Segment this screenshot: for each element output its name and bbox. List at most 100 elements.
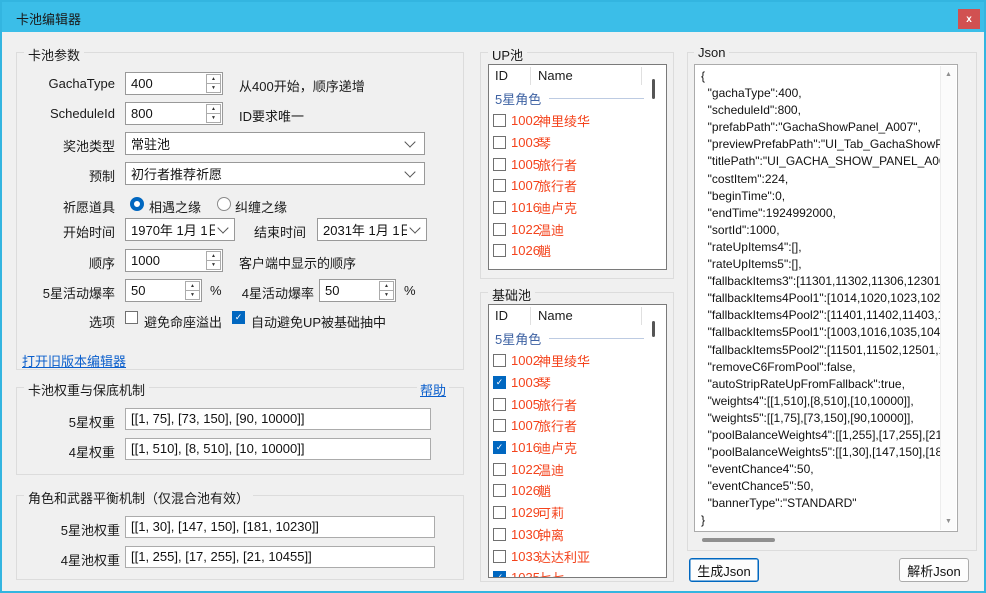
list-item[interactable]: 1022 温迪 — [489, 458, 666, 480]
row-checkbox[interactable] — [493, 398, 506, 411]
list-item[interactable]: 1029 可莉 — [489, 502, 666, 524]
scroll-down-icon[interactable]: ▼ — [941, 518, 956, 525]
list-item[interactable]: 1022 温迪 — [489, 218, 666, 240]
list-item[interactable]: 1007 旅行者 — [489, 175, 666, 197]
rate5-input[interactable]: 50 ▲▼ — [125, 279, 202, 302]
titlebar[interactable]: 卡池编辑器 x — [2, 2, 984, 32]
weights4-input[interactable]: [[1, 510], [8, 510], [10, 10000]] — [125, 438, 431, 460]
item-name: 旅行者 — [538, 395, 577, 414]
item-name: 魈 — [538, 241, 551, 260]
column-name[interactable]: Name — [538, 308, 573, 323]
row-checkbox[interactable] — [493, 463, 506, 476]
json-text[interactable]: { "gachaType":400, "scheduleId":800, "pr… — [696, 66, 941, 530]
row-checkbox[interactable] — [493, 223, 506, 236]
list-item[interactable]: 1026 魈 — [489, 240, 666, 262]
spinner[interactable]: ▲▼ — [206, 251, 221, 270]
parse-json-button[interactable]: 解析Json — [899, 558, 969, 582]
list-item[interactable]: 1005 旅行者 — [489, 393, 666, 415]
scroll-up-icon[interactable]: ▲ — [941, 71, 956, 78]
item-name: 神里绫华 — [538, 351, 590, 370]
column-name[interactable]: Name — [538, 68, 573, 83]
balance-group-title: 角色和武器平衡机制（仅混合池有效） — [24, 488, 253, 507]
list-item[interactable]: 1030 钟离 — [489, 524, 666, 546]
row-checkbox[interactable] — [493, 506, 506, 519]
row-checkbox[interactable] — [493, 158, 506, 171]
row-checkbox[interactable] — [493, 201, 506, 214]
radio-acquaint-fate[interactable] — [130, 197, 144, 211]
help-link[interactable]: 帮助 — [417, 380, 449, 399]
close-button[interactable]: x — [958, 9, 980, 29]
sort-input[interactable]: 1000 ▲▼ — [125, 249, 223, 272]
pool-weights5-input[interactable]: [[1, 30], [147, 150], [181, 10230]] — [125, 516, 435, 538]
row-checkbox[interactable] — [493, 244, 506, 257]
base-pool-listview[interactable]: ID Name 5星角色 1002 神里绫华 1003 琴 — [488, 304, 667, 578]
preset-select[interactable]: 初行者推荐祈愿 — [125, 162, 425, 185]
json-textarea[interactable]: { "gachaType":400, "scheduleId":800, "pr… — [694, 64, 958, 532]
column-id[interactable]: ID — [495, 68, 508, 83]
scrollbar-thumb[interactable] — [652, 321, 655, 337]
base-pool-title: 基础池 — [488, 285, 535, 304]
row-checkbox[interactable] — [493, 441, 506, 454]
row-checkbox[interactable] — [493, 376, 506, 389]
row-checkbox[interactable] — [493, 419, 506, 432]
list-item[interactable]: 1005 旅行者 — [489, 153, 666, 175]
avoid-constellation-overflow-label: 避免命座溢出 — [144, 312, 222, 331]
spin-up-icon[interactable]: ▲ — [207, 75, 220, 84]
start-time-picker[interactable]: 1970年 1月 1日 — [125, 218, 235, 241]
schedule-id-input[interactable]: 800 ▲▼ — [125, 102, 223, 125]
row-checkbox[interactable] — [493, 484, 506, 497]
weights5-input[interactable]: [[1, 75], [73, 150], [90, 10000]] — [125, 408, 431, 430]
generate-json-button[interactable]: 生成Json — [689, 558, 759, 582]
row-checkbox[interactable] — [493, 114, 506, 127]
list-item[interactable]: 1016 迪卢克 — [489, 437, 666, 459]
spin-down-icon[interactable]: ▼ — [207, 114, 220, 122]
list-item[interactable]: 1003 琴 — [489, 372, 666, 394]
json-horizontal-scrollbar-thumb[interactable] — [702, 538, 775, 542]
end-time-picker[interactable]: 2031年 1月 1日 — [317, 218, 427, 241]
row-checkbox[interactable] — [493, 528, 506, 541]
row-checkbox[interactable] — [493, 179, 506, 192]
spin-down-icon[interactable]: ▼ — [186, 291, 199, 299]
spin-up-icon[interactable]: ▲ — [380, 282, 393, 291]
sort-label: 顺序 — [12, 253, 115, 272]
pool-weights4-input[interactable]: [[1, 255], [17, 255], [21, 10455]] — [125, 546, 435, 568]
spin-up-icon[interactable]: ▲ — [207, 105, 220, 114]
list-item[interactable]: 1035 七七 — [489, 567, 666, 578]
scrollbar-thumb[interactable] — [652, 79, 655, 99]
spin-down-icon[interactable]: ▼ — [207, 261, 220, 269]
rate4-input[interactable]: 50 ▲▼ — [319, 279, 396, 302]
row-checkbox[interactable] — [493, 571, 506, 578]
json-vertical-scrollbar[interactable]: ▲ ▼ — [940, 66, 956, 530]
list-header[interactable]: ID Name — [489, 305, 666, 327]
row-checkbox[interactable] — [493, 354, 506, 367]
row-checkbox[interactable] — [493, 550, 506, 563]
list-item[interactable]: 1026 魈 — [489, 480, 666, 502]
radio-intertwined-fate[interactable] — [217, 197, 231, 211]
list-item[interactable]: 1003 琴 — [489, 132, 666, 154]
spinner[interactable]: ▲▼ — [185, 281, 200, 300]
spin-up-icon[interactable]: ▲ — [186, 282, 199, 291]
list-header[interactable]: ID Name — [489, 65, 666, 87]
spinner[interactable]: ▲▼ — [206, 104, 221, 123]
up-pool-listview[interactable]: ID Name 5星角色 1002 神里绫华 1003 琴 — [488, 64, 667, 270]
gacha-type-input[interactable]: 400 ▲▼ — [125, 72, 223, 95]
avoid-constellation-overflow-checkbox[interactable] — [125, 311, 138, 324]
spin-down-icon[interactable]: ▼ — [380, 291, 393, 299]
spinner[interactable]: ▲▼ — [379, 281, 394, 300]
list-item[interactable]: 1002 神里绫华 — [489, 350, 666, 372]
list-item[interactable]: 1016 迪卢克 — [489, 197, 666, 219]
list-item[interactable]: 1007 旅行者 — [489, 415, 666, 437]
list-item[interactable]: 1002 神里绫华 — [489, 110, 666, 132]
row-checkbox[interactable] — [493, 136, 506, 149]
pool-type-select[interactable]: 常驻池 — [125, 132, 425, 155]
auto-avoid-up-checkbox[interactable] — [232, 311, 245, 324]
spin-up-icon[interactable]: ▲ — [207, 252, 220, 261]
list-group-header: 5星角色 — [489, 87, 666, 110]
item-id: 1007 — [511, 418, 538, 433]
column-id[interactable]: ID — [495, 308, 508, 323]
spinner[interactable]: ▲▼ — [206, 74, 221, 93]
list-item[interactable]: 1033 达达利亚 — [489, 545, 666, 567]
spin-down-icon[interactable]: ▼ — [207, 84, 220, 92]
item-id: 1007 — [511, 178, 538, 193]
open-legacy-editor-link[interactable]: 打开旧版本编辑器 — [22, 351, 126, 370]
